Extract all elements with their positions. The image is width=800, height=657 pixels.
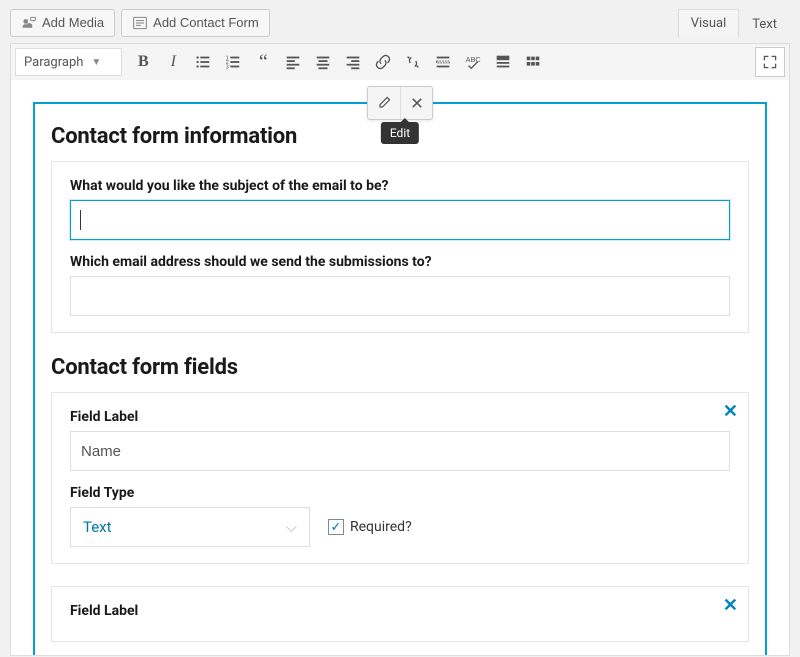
info-panel: What would you like the subject of the e…: [51, 161, 749, 333]
media-buttons: Add Media Add Contact Form: [10, 9, 270, 37]
editor-content[interactable]: Edit Contact form information What would…: [11, 80, 789, 655]
edit-tooltip: Edit: [381, 122, 419, 144]
editor-top-bar: Add Media Add Contact Form Visual Text: [0, 0, 800, 37]
add-contact-form-button[interactable]: Add Contact Form: [121, 9, 270, 37]
blockquote-button[interactable]: “: [248, 47, 278, 77]
svg-text:ABC: ABC: [466, 55, 481, 64]
remove-field-button[interactable]: ✕: [723, 401, 738, 422]
align-left-button[interactable]: [278, 47, 308, 77]
editor-mode-tabs: Visual Text: [678, 8, 790, 37]
field-type-select[interactable]: Text ⌵: [70, 507, 310, 547]
fullscreen-button[interactable]: [755, 47, 785, 77]
chevron-down-icon: ⌵: [286, 518, 297, 536]
form-icon: [132, 15, 148, 31]
required-label: Required?: [350, 519, 412, 535]
remove-field-button[interactable]: ✕: [723, 595, 738, 616]
text-caret: [80, 210, 81, 230]
subject-input[interactable]: [70, 200, 730, 240]
field-panel: ✕ Field Label Field Type Text ⌵ ✓ Requir…: [51, 392, 749, 564]
format-select-value: Paragraph: [24, 55, 83, 70]
field-type-value: Text: [83, 518, 112, 536]
format-select[interactable]: Paragraph ▼: [15, 48, 122, 76]
svg-text:3: 3: [226, 64, 229, 70]
tab-visual[interactable]: Visual: [678, 9, 740, 38]
kitchen-sink-button[interactable]: [518, 47, 548, 77]
field-label-heading: Field Label: [70, 409, 730, 425]
tab-text[interactable]: Text: [739, 10, 790, 38]
required-checkbox[interactable]: ✓: [328, 519, 344, 535]
bold-button[interactable]: B: [128, 47, 158, 77]
chevron-down-icon: ▼: [91, 57, 101, 68]
close-icon: [410, 96, 424, 110]
field-label-heading: Field Label: [70, 603, 730, 619]
readmore-button[interactable]: [428, 47, 458, 77]
subject-label: What would you like the subject of the e…: [70, 178, 730, 194]
toolbar-toggle-button[interactable]: [488, 47, 518, 77]
field-panel: ✕ Field Label: [51, 586, 749, 642]
italic-button[interactable]: I: [158, 47, 188, 77]
email-label: Which email address should we send the s…: [70, 254, 730, 270]
field-type-heading: Field Type: [70, 485, 730, 501]
field-label-input[interactable]: [70, 431, 730, 471]
align-right-button[interactable]: [338, 47, 368, 77]
media-icon: [21, 15, 37, 31]
email-input[interactable]: [70, 276, 730, 316]
required-checkbox-wrap[interactable]: ✓ Required?: [328, 519, 412, 535]
spellcheck-button[interactable]: ABC: [458, 47, 488, 77]
unlink-button[interactable]: [398, 47, 428, 77]
add-contact-form-label: Add Contact Form: [153, 15, 259, 30]
bullet-list-button[interactable]: [188, 47, 218, 77]
remove-block-button[interactable]: [400, 87, 432, 119]
section-fields-title: Contact form fields: [51, 355, 749, 380]
link-button[interactable]: [368, 47, 398, 77]
add-media-button[interactable]: Add Media: [10, 9, 115, 37]
add-media-label: Add Media: [42, 15, 104, 30]
pencil-icon: [376, 95, 392, 111]
block-toolbar: [367, 86, 433, 120]
edit-block-button[interactable]: [368, 87, 400, 119]
numbered-list-button[interactable]: 123: [218, 47, 248, 77]
align-center-button[interactable]: [308, 47, 338, 77]
editor-toolbar: Paragraph ▼ B I 123 “ ABC: [10, 43, 790, 656]
contact-form-block[interactable]: Edit Contact form information What would…: [33, 102, 767, 655]
